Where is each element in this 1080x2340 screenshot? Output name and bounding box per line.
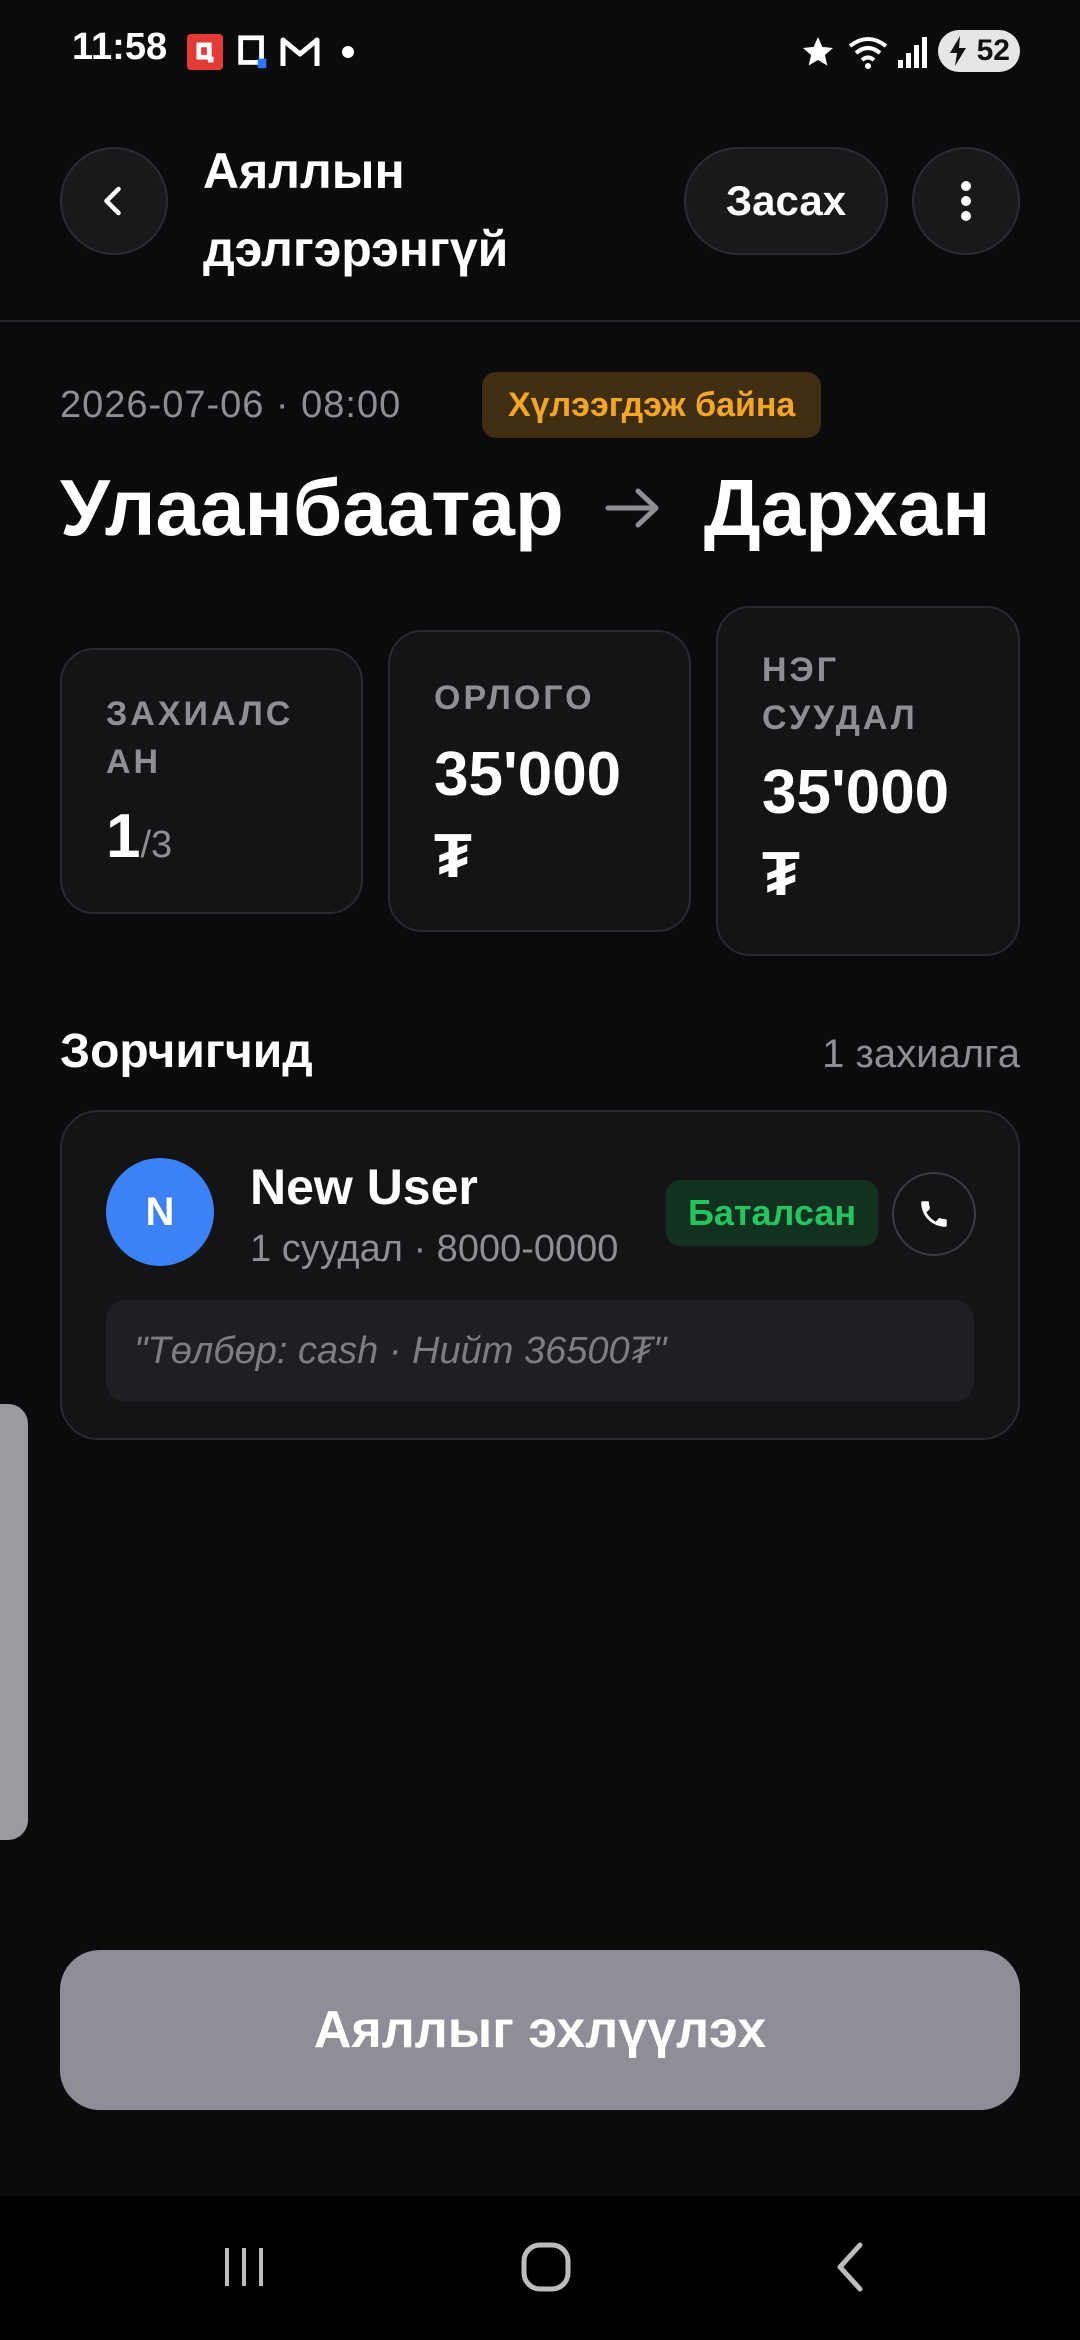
trip-datetime: 2026-07-06 · 08:00 [60, 384, 402, 426]
stat-label-per-seat: НЭГ СУУДАЛ [762, 651, 918, 737]
trip-details-screen: 11:58 52 Аяллын дэлгэрэнгүй Засах 2026-0… [0, 0, 1080, 2340]
gmail-icon [280, 37, 320, 66]
back-nav-icon [837, 2242, 863, 2292]
status-bar: 11:58 52 [0, 0, 1080, 105]
stat-label-booked: ЗАХИАЛСАН [106, 695, 294, 781]
trip-route: Улаанбаатар Дархан [60, 455, 990, 560]
route-destination: Дархан [703, 462, 991, 552]
star-icon [803, 37, 833, 66]
passengers-count: 1 захиалга [822, 1032, 1020, 1076]
booked-total: /3 [140, 824, 173, 866]
booked-count: 1 [106, 802, 141, 871]
system-nav-bar [0, 2196, 1080, 2340]
status-time: 11:58 [72, 26, 168, 68]
header-divider [0, 320, 1080, 322]
stat-label-income: ОРЛОГО [434, 679, 595, 717]
stat-card-per-seat: НЭГ СУУДАЛ 35'000₮ [716, 606, 1020, 956]
edit-button[interactable]: Засах [684, 147, 888, 255]
recent-apps-icon [225, 2248, 263, 2286]
trip-status-badge: Хүлээгдэж байна [482, 372, 822, 438]
booking-status-badge: Баталсан [666, 1180, 879, 1246]
back-chevron-icon [104, 186, 121, 216]
qr-app-icon [238, 35, 267, 69]
route-origin: Улаанбаатар [60, 462, 564, 552]
page-title: Аяллын дэлгэрэнгүй [203, 143, 509, 277]
back-button[interactable] [60, 147, 168, 255]
charging-bolt-icon [950, 36, 966, 66]
home-icon [521, 2242, 571, 2292]
stat-card-booked: ЗАХИАЛСАН 1/3 [60, 648, 363, 914]
avatar: N [106, 1158, 214, 1266]
passenger-card[interactable]: N New User 1 суудал · 8000-0000 Баталсан… [60, 1110, 1020, 1440]
phone-icon [921, 1201, 947, 1227]
recent-apps-button[interactable] [204, 2232, 284, 2302]
start-trip-button[interactable]: Аяллыг эхлүүлэх [60, 1950, 1020, 2110]
edge-panel-handle[interactable] [0, 1404, 28, 1840]
stat-value-booked: 1/3 [106, 796, 317, 886]
notification-app-icon [187, 34, 223, 70]
passenger-note: "Төлбөр: cash · Нийт 36500₮" [106, 1300, 974, 1402]
stat-card-income: ОРЛОГО 35'000₮ [388, 630, 691, 932]
passenger-details: 1 суудал · 8000-0000 [250, 1228, 619, 1270]
more-options-button[interactable] [912, 147, 1020, 255]
wifi-icon [848, 37, 888, 69]
back-nav-button[interactable] [810, 2232, 890, 2302]
home-button[interactable] [506, 2232, 586, 2302]
stat-value-income: 35'000₮ [434, 740, 622, 891]
passenger-name: New User [250, 1159, 478, 1215]
passengers-title: Зорчигчид [60, 1025, 313, 1078]
battery-level: 52 [976, 34, 1010, 67]
battery-icon: 52 [938, 30, 1020, 72]
route-arrow-icon [604, 483, 664, 533]
more-vertical-icon [961, 181, 971, 221]
signal-icon [898, 37, 927, 68]
notification-dot [342, 46, 354, 58]
stat-value-per-seat: 35'000₮ [762, 758, 950, 909]
call-button[interactable] [892, 1172, 976, 1256]
